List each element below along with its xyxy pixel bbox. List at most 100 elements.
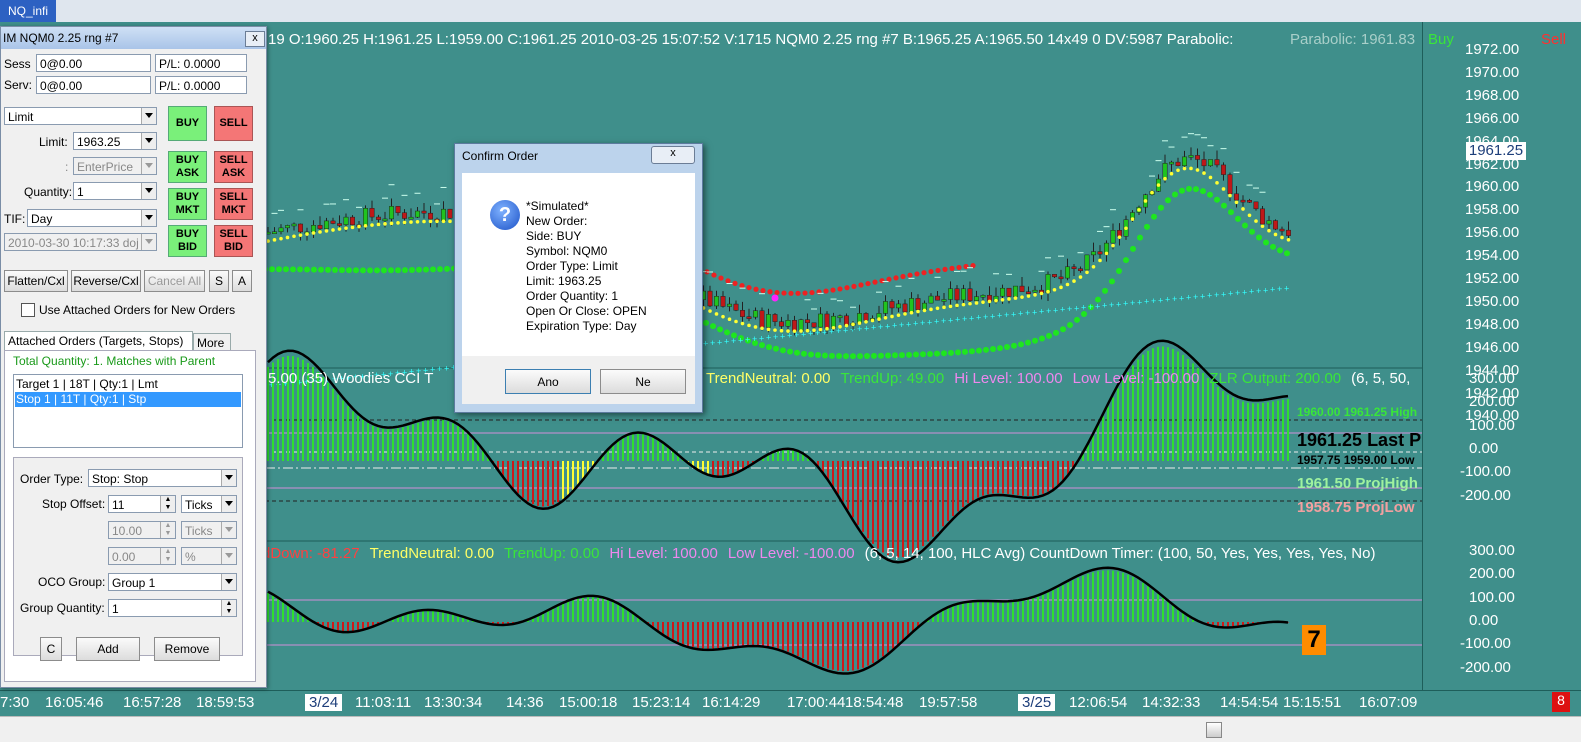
tif-select[interactable]: Day: [27, 209, 157, 227]
buy-bid-button[interactable]: BUY BID: [168, 225, 207, 257]
stop-offset-unit-select[interactable]: Ticks: [181, 495, 237, 513]
confirm-order-dialog[interactable]: Confirm Order x ? *Simulated* New Order: S…: [454, 143, 703, 413]
parabolic-dot: [1059, 285, 1063, 290]
a-button[interactable]: A: [232, 270, 252, 292]
parabolic-dot: [311, 231, 316, 235]
c-button[interactable]: C: [40, 637, 62, 661]
cyan-marker: +: [990, 311, 995, 321]
ma-dot-red: [872, 279, 878, 285]
price-tick-label: 1952.00: [1465, 270, 1520, 287]
attached-orders-list[interactable]: Target 1 | 18T | Qty:1 | Lmt Stop 1 | 11…: [13, 374, 243, 448]
sell-bid-button[interactable]: SELL BID: [214, 225, 253, 257]
quantity-input[interactable]: 1: [73, 182, 157, 200]
question-icon: ?: [490, 200, 520, 230]
candle-body: [415, 210, 420, 218]
ma-dot: [1102, 287, 1108, 294]
cci2-header-item: Hi Level: 100.00: [609, 545, 718, 562]
parabolic-dot: [708, 309, 712, 313]
group-quantity-input[interactable]: 1 ▲ ▼: [108, 599, 237, 617]
buy-mkt-button[interactable]: BUY MKT: [168, 188, 207, 220]
add-button[interactable]: Add: [76, 637, 140, 661]
candle-body: [1162, 163, 1168, 180]
price-tick-label: 1950.00: [1465, 292, 1520, 310]
cyan-marker: +: [1116, 299, 1121, 309]
parabolic-dot: [948, 304, 953, 309]
parabolic-dot: [383, 222, 387, 226]
ma-dot: [885, 352, 891, 359]
scrollbar-thumb[interactable]: [1206, 722, 1222, 738]
yes-button[interactable]: Ano: [505, 369, 591, 394]
limit-price-input[interactable]: 1963.25: [73, 132, 157, 150]
group-quantity-spinner[interactable]: ▲ ▼: [221, 600, 236, 616]
parabolic-dot: [1130, 217, 1135, 221]
cyan-marker: +: [1011, 309, 1016, 319]
sell-button[interactable]: SELL: [214, 106, 253, 141]
time-tick-label: 3/24: [305, 694, 343, 711]
dialog-close-icon[interactable]: x: [651, 146, 695, 164]
parabolic-dot: [1215, 181, 1219, 185]
s-button[interactable]: S: [209, 270, 229, 292]
parabolic-dot: [851, 322, 855, 327]
sell-mkt-button[interactable]: SELL MKT: [214, 188, 253, 220]
sell-ask-button[interactable]: SELL ASK: [214, 151, 253, 183]
ma-dot: [703, 319, 709, 326]
parabolic-dot: [1228, 193, 1232, 198]
ma-dot: [1270, 243, 1276, 250]
candle-body: [1227, 174, 1233, 195]
parabolic-dot: [1098, 258, 1102, 263]
use-attached-label: Use Attached Orders for New Orders: [39, 303, 236, 317]
panel-close-icon[interactable]: x: [245, 31, 265, 47]
ma-dot: [1228, 209, 1234, 216]
chart-tab[interactable]: NQ_infi: [0, 0, 57, 22]
cyan-marker: +: [1200, 291, 1205, 301]
candle-body: [1058, 276, 1064, 280]
list-item-target[interactable]: Target 1 | 18T | Qty:1 | Lmt: [16, 377, 158, 391]
ma-dot: [962, 348, 968, 355]
attached-order-type-select[interactable]: Stop: Stop: [88, 469, 237, 487]
buy-button[interactable]: BUY: [168, 106, 207, 141]
cyan-marker: +: [710, 338, 715, 348]
candle-body: [1013, 285, 1018, 297]
parabolic-dot: [740, 321, 745, 326]
ma-dot-red: [753, 286, 759, 292]
price-tick-label: 1958.00: [1465, 201, 1520, 219]
oco-group-select[interactable]: Group 1: [108, 573, 237, 591]
stop-offset-spinner[interactable]: ▲ ▼: [160, 496, 175, 512]
parabolic-dot: [981, 300, 985, 304]
horizontal-scrollbar[interactable]: [0, 716, 1581, 742]
cyan-marker: +: [1095, 301, 1100, 311]
no-button[interactable]: Ne: [600, 369, 686, 394]
ma-dot: [1200, 188, 1206, 195]
remove-button[interactable]: Remove: [154, 637, 220, 661]
ma-dot: [724, 329, 730, 336]
candle-body: [298, 223, 303, 233]
tab-more[interactable]: More: [193, 333, 231, 351]
cancel-all-button[interactable]: Cancel All: [144, 270, 205, 292]
ma-dot-red: [725, 278, 731, 284]
buy-ask-button[interactable]: BUY ASK: [168, 151, 207, 183]
parabolic-dot: [1072, 279, 1076, 283]
candle-body: [343, 216, 349, 225]
cyan-marker: +: [738, 335, 743, 345]
panel-titlebar[interactable]: IM NQM0 2.25 rng #7 x: [1, 27, 266, 49]
flatten-cancel-button[interactable]: Flatten/Cxl: [4, 270, 68, 292]
stop-offset-input[interactable]: 11 ▲ ▼: [108, 495, 176, 513]
sess-label: Sess: [4, 57, 31, 71]
parabolic-dot: [1221, 187, 1226, 191]
cyan-marker: +: [1221, 289, 1226, 299]
ma-dot-red: [949, 265, 955, 271]
parabolic-dot: [1000, 298, 1005, 302]
order-type-select[interactable]: Limit: [4, 107, 157, 125]
parabolic-dot: [1254, 219, 1258, 223]
use-attached-checkbox[interactable]: [21, 303, 35, 317]
ma-dot: [1130, 245, 1136, 252]
ma-dot-red: [760, 288, 766, 294]
order-entry-window[interactable]: IM NQM0 2.25 rng #7 x Sess 0@0.00 P/L: 0…: [0, 26, 267, 688]
list-item-stop-selected[interactable]: Stop 1 | 11T | Qty:1 | Stp: [15, 392, 241, 407]
candle-body: [317, 225, 323, 230]
tab-attached-orders[interactable]: Attached Orders (Targets, Stops): [4, 331, 193, 351]
reverse-cancel-button[interactable]: Reverse/Cxl: [71, 270, 141, 292]
cyan-marker: +: [1165, 295, 1170, 305]
candle-body: [1019, 285, 1025, 292]
candle-body: [1188, 155, 1194, 158]
